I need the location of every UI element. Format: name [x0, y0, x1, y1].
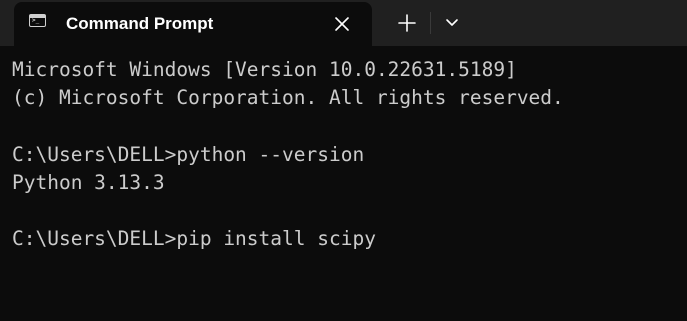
terminal-line: Python 3.13.3	[12, 171, 165, 194]
tab-title: Command Prompt	[66, 14, 214, 33]
cmd-icon-text: >_	[32, 17, 40, 24]
terminal-line: C:\Users\DELL>python --version	[12, 143, 365, 166]
cmd-icon: >_	[29, 14, 46, 27]
chevron-down-icon[interactable]	[442, 12, 462, 34]
close-icon[interactable]	[332, 14, 352, 34]
terminal-output[interactable]: Microsoft Windows [Version 10.0.22631.51…	[0, 46, 687, 321]
terminal-line: (c) Microsoft Corporation. All rights re…	[12, 86, 564, 109]
title-bar: >_ Command Prompt	[0, 0, 687, 46]
plus-icon[interactable]	[396, 12, 418, 34]
terminal-line: C:\Users\DELL>pip install scipy	[12, 227, 376, 250]
titlebar-divider	[430, 12, 431, 34]
terminal-line: Microsoft Windows [Version 10.0.22631.51…	[12, 58, 517, 81]
tab-command-prompt[interactable]: >_ Command Prompt	[14, 2, 372, 46]
